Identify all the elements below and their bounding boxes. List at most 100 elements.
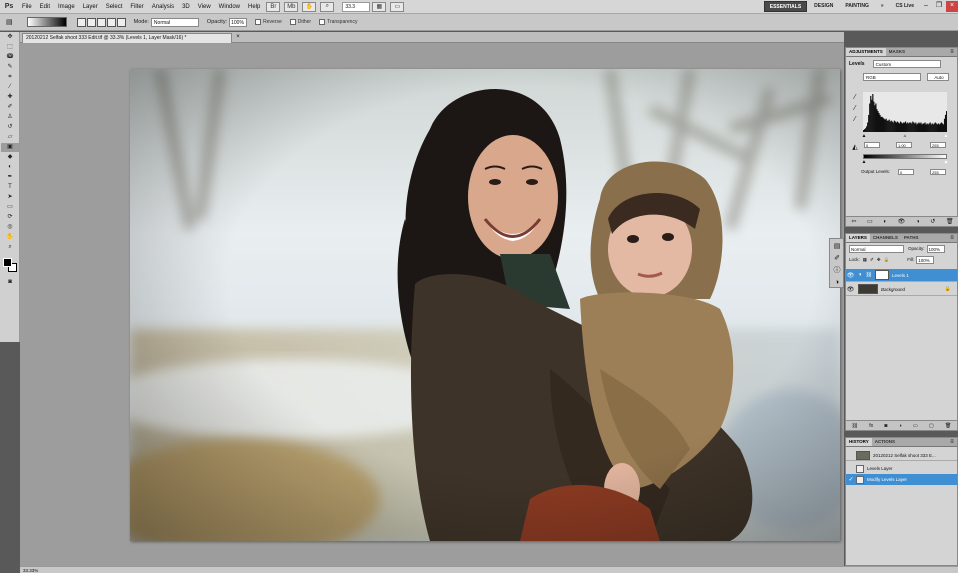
menu-view[interactable]: View bbox=[194, 0, 215, 14]
hand-tool-icon[interactable]: ✋ bbox=[1, 233, 19, 242]
zoom-level-select[interactable]: 33.3 bbox=[342, 1, 371, 12]
history-item-name[interactable]: Modify Levels Layer bbox=[867, 477, 907, 482]
type-tool-icon[interactable]: T bbox=[1, 183, 19, 192]
cs-live-button[interactable]: CS Live bbox=[891, 1, 919, 12]
minimize-icon[interactable]: – bbox=[920, 1, 932, 12]
dodge-tool-icon[interactable]: ◐ bbox=[1, 163, 19, 172]
quick-select-tool-icon[interactable]: ✎ bbox=[1, 63, 19, 72]
tab-adjustments[interactable]: ADJUSTMENTS bbox=[846, 48, 886, 56]
lock-all-icon[interactable]: 🔒 bbox=[884, 257, 890, 263]
opacity-input[interactable]: 100% bbox=[229, 17, 248, 27]
delete-icon[interactable]: 🗑 bbox=[946, 218, 954, 225]
output-white-field[interactable]: 255 bbox=[930, 169, 946, 175]
layer-style-icon[interactable]: fx bbox=[869, 423, 873, 429]
gradient-tool-icon[interactable]: ▣ bbox=[1, 143, 19, 152]
workspace-painting[interactable]: PAINTING bbox=[840, 1, 874, 12]
history-item-levels-layer[interactable]: Levels Layer bbox=[846, 463, 957, 474]
workspace-more[interactable]: » bbox=[876, 1, 889, 12]
output-white-slider[interactable]: ▲ bbox=[942, 158, 950, 166]
blend-mode-select[interactable]: Normal bbox=[849, 244, 904, 253]
reflected-gradient-button[interactable] bbox=[106, 17, 116, 27]
expand-view-icon[interactable]: ▭ bbox=[867, 218, 873, 225]
chain-link-icon[interactable]: ⛓ bbox=[866, 272, 872, 278]
workspace-design[interactable]: DESIGN bbox=[809, 1, 838, 12]
gradient-tool-icon[interactable]: ▤ bbox=[6, 18, 13, 26]
document-image[interactable] bbox=[130, 69, 840, 541]
output-black-slider[interactable]: ▲ bbox=[860, 158, 868, 166]
layer-name[interactable]: Levels 1 bbox=[892, 273, 909, 278]
reverse-checkbox[interactable] bbox=[255, 19, 262, 25]
history-snapshot[interactable]: 20120212 Selfak shoot 333 E... bbox=[846, 450, 957, 461]
zoom-tool-icon[interactable]: ⌕ bbox=[320, 1, 335, 12]
new-adjustment-icon[interactable]: ◑ bbox=[899, 423, 902, 429]
auto-button[interactable]: Auto bbox=[927, 73, 949, 81]
history-item-modify-levels[interactable]: ✓ Modify Levels Layer bbox=[846, 474, 957, 485]
menu-file[interactable]: File bbox=[18, 0, 36, 14]
snapshot-name[interactable]: 20120212 Selfak shoot 333 E... bbox=[873, 453, 936, 458]
history-brush-source-icon[interactable]: ✓ bbox=[846, 476, 856, 483]
input-white-field[interactable]: 255 bbox=[930, 142, 946, 148]
crop-tool-icon[interactable]: ⌗ bbox=[1, 73, 19, 82]
gamma-slider[interactable]: ▲ bbox=[901, 132, 909, 140]
menu-layer[interactable]: Layer bbox=[79, 0, 102, 14]
tab-channels[interactable]: CHANNELS bbox=[870, 234, 901, 242]
healing-brush-tool-icon[interactable]: ✚ bbox=[1, 93, 19, 102]
white-eyedropper-icon[interactable]: ⁄ bbox=[851, 116, 859, 124]
history-item-name[interactable]: Levels Layer bbox=[867, 466, 893, 471]
menu-edit[interactable]: Edit bbox=[36, 0, 54, 14]
eye-icon[interactable]: 👁 bbox=[846, 286, 855, 293]
lock-position-icon[interactable]: ✥ bbox=[877, 257, 881, 263]
linear-gradient-button[interactable] bbox=[76, 17, 86, 27]
brush-panel-icon[interactable]: ✐ bbox=[833, 255, 841, 263]
menu-help[interactable]: Help bbox=[244, 0, 264, 14]
document-tab[interactable]: 20120212 Selfak shoot 333 Edit.tif @ 33.… bbox=[22, 33, 232, 43]
layer-row-levels[interactable]: 👁 ◑ ⛓ Levels 1 bbox=[846, 269, 957, 282]
opacity-input[interactable]: 100% bbox=[926, 244, 945, 253]
marquee-tool-icon[interactable]: ⬚ bbox=[1, 43, 19, 52]
document-close-icon[interactable]: × bbox=[234, 34, 242, 42]
tab-layers[interactable]: LAYERS bbox=[846, 234, 870, 242]
black-point-slider[interactable]: ▲ bbox=[860, 132, 868, 140]
diamond-gradient-button[interactable] bbox=[116, 17, 126, 27]
reset-icon[interactable]: ↺ bbox=[930, 218, 935, 225]
canvas-area[interactable] bbox=[20, 43, 844, 566]
history-panel-icon[interactable]: ▤ bbox=[833, 243, 841, 251]
fill-input[interactable]: 100% bbox=[916, 255, 935, 264]
brush-tool-icon[interactable]: ✐ bbox=[1, 103, 19, 112]
clipping-icon[interactable]: ◭ bbox=[851, 144, 859, 152]
lasso-tool-icon[interactable]: ↈ bbox=[1, 53, 19, 62]
angle-gradient-button[interactable] bbox=[96, 17, 106, 27]
menu-analysis[interactable]: Analysis bbox=[148, 0, 178, 14]
menu-image[interactable]: Image bbox=[54, 0, 79, 14]
dither-checkbox[interactable] bbox=[289, 19, 296, 25]
preset-select[interactable]: Custom bbox=[872, 60, 941, 68]
panel-menu-icon[interactable]: ≡ bbox=[947, 234, 957, 242]
shape-tool-icon[interactable]: ▭ bbox=[1, 203, 19, 212]
white-point-slider[interactable]: ▲ bbox=[942, 132, 950, 140]
hand-tool-icon[interactable]: ✋ bbox=[302, 1, 317, 12]
delete-layer-icon[interactable]: 🗑 bbox=[945, 423, 951, 429]
tab-masks[interactable]: MASKS bbox=[886, 48, 908, 56]
layer-thumbnail[interactable] bbox=[858, 284, 878, 294]
menu-3d[interactable]: 3D bbox=[178, 0, 194, 14]
blur-tool-icon[interactable]: ◆ bbox=[1, 153, 19, 162]
clip-to-layer-icon[interactable]: ◐ bbox=[883, 219, 887, 225]
tab-actions[interactable]: ACTIONS bbox=[872, 438, 898, 446]
workspace-essentials[interactable]: ESSENTIALS bbox=[763, 1, 808, 12]
info-panel-icon[interactable]: ⓘ bbox=[833, 267, 841, 275]
menu-select[interactable]: Select bbox=[102, 0, 127, 14]
layer-mask-thumbnail[interactable] bbox=[874, 270, 889, 280]
gradient-picker[interactable] bbox=[26, 17, 67, 27]
history-brush-tool-icon[interactable]: ↺ bbox=[1, 123, 19, 132]
eyedropper-tool-icon[interactable]: ⁄ bbox=[1, 83, 19, 92]
menu-window[interactable]: Window bbox=[215, 0, 244, 14]
tab-paths[interactable]: PATHS bbox=[901, 234, 922, 242]
layer-row-background[interactable]: 👁 Background 🔒 bbox=[846, 283, 957, 296]
screen-mode-icon[interactable]: ▭ bbox=[390, 1, 405, 12]
input-gamma-field[interactable]: 1.00 bbox=[896, 142, 912, 148]
bridge-icon[interactable]: Br bbox=[266, 1, 281, 12]
add-mask-icon[interactable]: ◙ bbox=[884, 423, 887, 429]
arrange-documents-icon[interactable]: ▦ bbox=[372, 1, 387, 12]
panel-menu-icon[interactable]: ≡ bbox=[947, 48, 957, 56]
minibridge-icon[interactable]: Mb bbox=[284, 1, 299, 12]
